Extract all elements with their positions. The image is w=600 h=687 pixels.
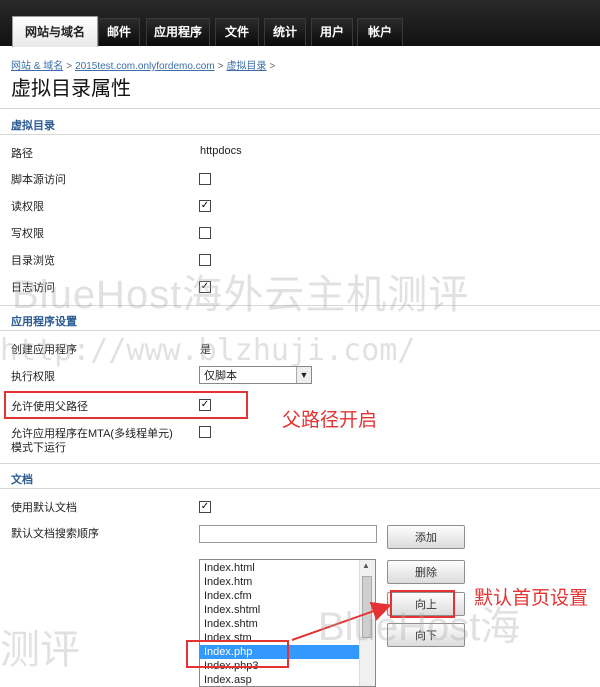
annotation-arrow	[291, 601, 392, 641]
